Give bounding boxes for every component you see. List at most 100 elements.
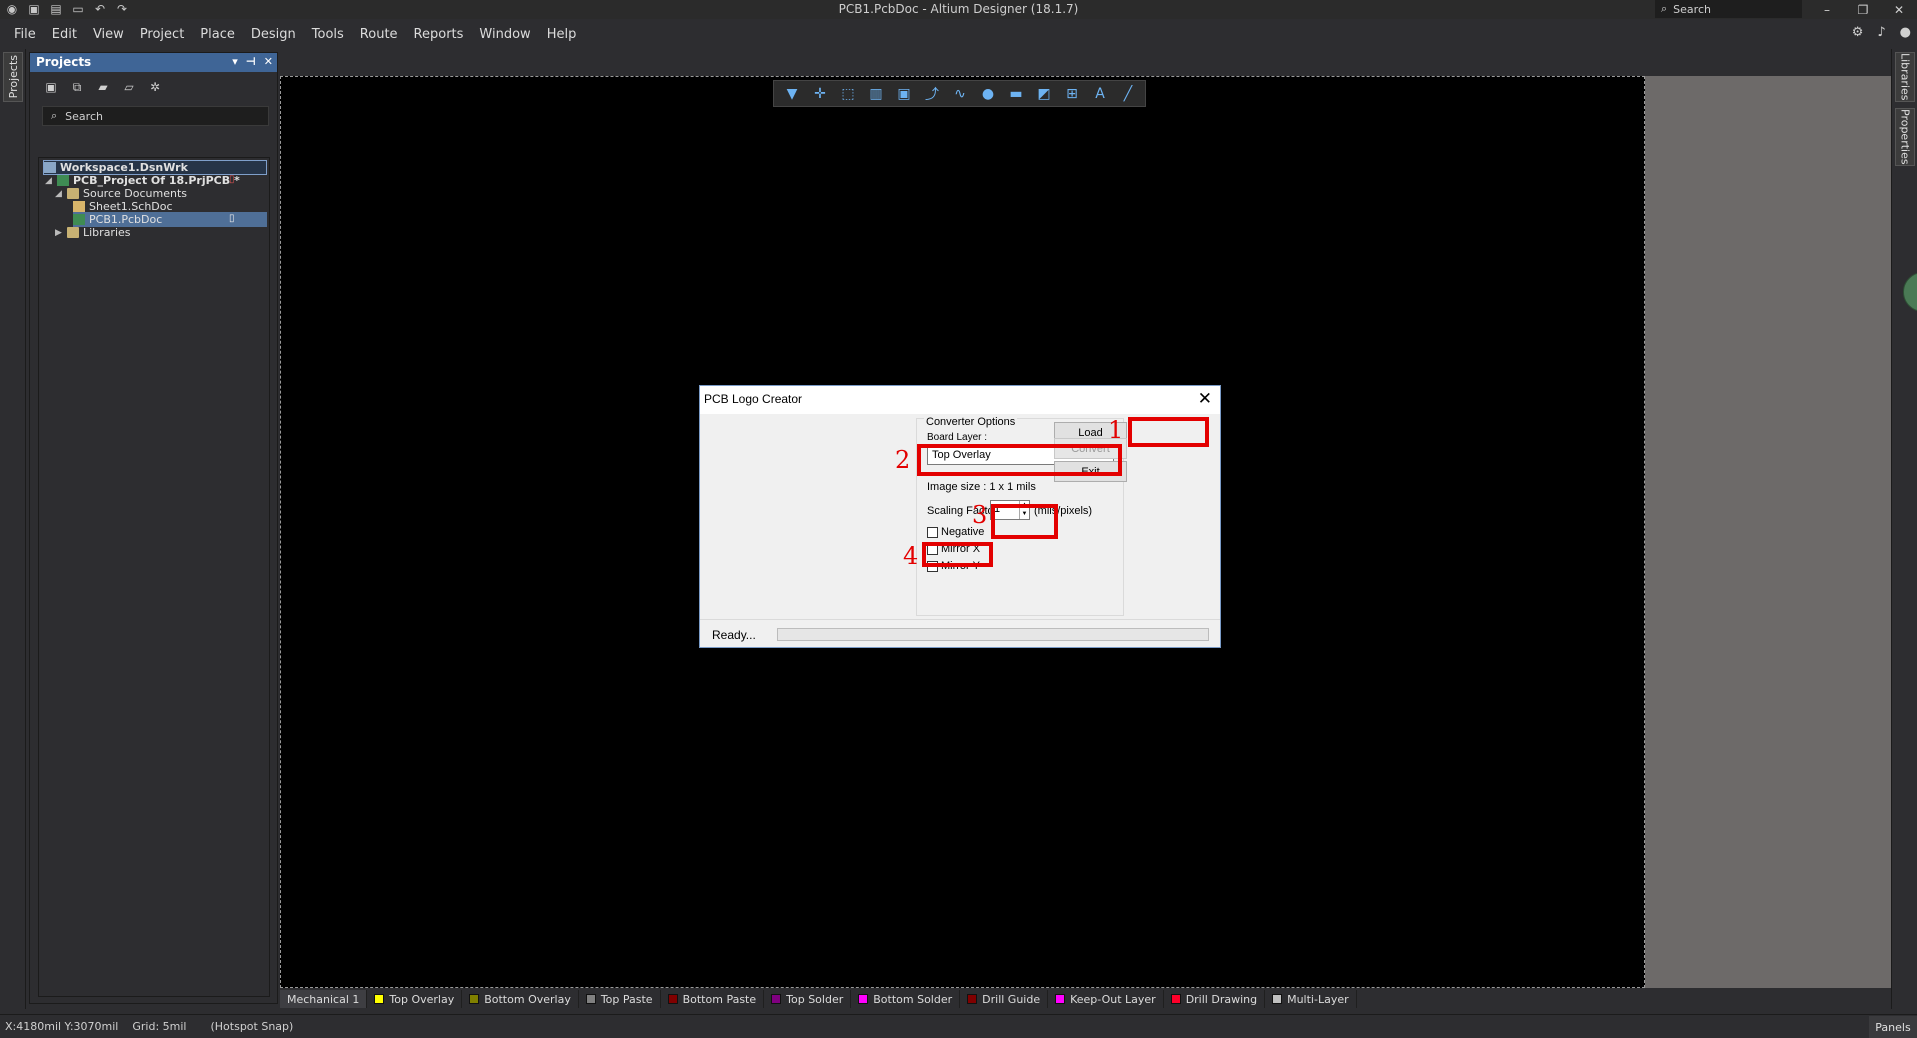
window-controls: – ❐ ✕ (1809, 0, 1917, 19)
projects-panel-header: Projects ▾ ⊣ ✕ (30, 53, 277, 72)
component-icon[interactable]: ▣ (894, 84, 914, 104)
text-icon[interactable]: A (1090, 84, 1110, 104)
folder-icon (67, 188, 79, 199)
open-doc-icon: ▯ (229, 213, 235, 224)
select-icon[interactable]: ⬚ (838, 84, 858, 104)
layer-color-swatch (1272, 994, 1283, 1004)
close-window-button[interactable]: ✕ (1881, 0, 1917, 19)
save-project-icon[interactable]: ▣ (42, 78, 60, 96)
tree-item-libraries[interactable]: ▶ Libraries (55, 225, 267, 240)
move-icon[interactable]: ✛ (810, 84, 830, 104)
pad-icon[interactable]: ● (978, 84, 998, 104)
cursor-coordinates: X:4180mil Y:3070mil (5, 1020, 119, 1033)
layer-tab-keep-out[interactable]: Keep-Out Layer (1048, 990, 1164, 1008)
board-layer-label: Board Layer : (927, 432, 988, 443)
layer-tab-bottom-solder[interactable]: Bottom Solder (851, 990, 961, 1008)
layer-tab-label: Bottom Solder (873, 992, 953, 1006)
layer-tab-bottom-overlay[interactable]: Bottom Overlay (462, 990, 579, 1008)
layer-tab-drill-drawing[interactable]: Drill Drawing (1164, 990, 1266, 1008)
dimension-icon[interactable]: ⊞ (1062, 84, 1082, 104)
layer-tab-multi-layer[interactable]: Multi-Layer (1265, 990, 1357, 1008)
menu-help[interactable]: Help (539, 27, 585, 42)
layer-tab-label: Multi-Layer (1287, 992, 1349, 1006)
right-panel-strip (1891, 49, 1917, 1009)
bell-icon[interactable]: ♪ (1877, 25, 1885, 40)
layer-color-swatch (771, 994, 782, 1004)
layer-color-swatch (374, 994, 385, 1004)
polygon-icon[interactable]: ▬ (1006, 84, 1026, 104)
layer-tab-label: Mechanical 1 (287, 992, 360, 1006)
menu-window[interactable]: Window (471, 27, 538, 42)
route-icon[interactable]: ⤴ (922, 84, 942, 104)
dialog-title-bar: PCB Logo Creator ✕ (700, 386, 1220, 414)
layer-tab-top-solder[interactable]: Top Solder (764, 990, 852, 1008)
menu-edit[interactable]: Edit (44, 27, 85, 42)
settings-icon[interactable]: ✲ (146, 78, 164, 96)
layer-tab-mechanical-1[interactable]: Mechanical 1 (280, 990, 368, 1008)
menu-reports[interactable]: Reports (406, 27, 472, 42)
copy-icon[interactable]: ⧉ (68, 78, 86, 96)
line-icon[interactable]: ╱ (1118, 84, 1138, 104)
libraries-side-tab[interactable]: Libraries (1895, 52, 1915, 102)
project-tree: Workspace1.DsnWrk ◢ PCB_Project Of 18.Pr… (38, 157, 270, 997)
active-bar: ▼ ✛ ⬚ ▥ ▣ ⤴ ∿ ● ▬ ◩ ⊞ A ╱ (773, 80, 1146, 107)
user-icon[interactable]: ● (1900, 25, 1911, 40)
properties-side-tab[interactable]: Properties (1895, 108, 1915, 166)
layer-tab-drill-guide[interactable]: Drill Guide (960, 990, 1049, 1008)
title-search-box[interactable]: ⌕ Search (1655, 0, 1802, 18)
folder-icon[interactable]: ▱ (120, 78, 138, 96)
projects-toolbar: ▣ ⧉ ▰ ▱ ✲ (30, 72, 277, 102)
keepout-icon[interactable]: ◩ (1034, 84, 1054, 104)
title-bar: ◉ ▣ ▤ ▭ ↶ ↷ PCB1.PcbDoc - Altium Designe… (0, 0, 1917, 19)
dialog-status-bar: Ready... (700, 619, 1220, 647)
layer-tab-top-paste[interactable]: Top Paste (579, 990, 661, 1008)
menu-place[interactable]: Place (192, 27, 243, 42)
layer-tab-label: Drill Drawing (1185, 992, 1258, 1006)
modified-doc-icon: ▯ (229, 174, 235, 185)
menu-project[interactable]: Project (132, 27, 192, 42)
dialog-status-text: Ready... (712, 628, 756, 642)
collapse-icon[interactable]: ◢ (55, 189, 63, 199)
filter-icon[interactable]: ▼ (782, 84, 802, 104)
conversion-progress-bar (777, 628, 1209, 641)
dialog-title: PCB Logo Creator (704, 392, 803, 406)
projects-panel-title: Projects (36, 55, 92, 69)
pin-icon[interactable]: ⊣ (246, 55, 256, 68)
gear-icon[interactable]: ⚙ (1852, 25, 1864, 40)
panel-close-icon[interactable]: ✕ (264, 55, 273, 68)
canvas-outside-board[interactable] (1645, 76, 1891, 988)
expand-icon[interactable]: ▶ (55, 228, 63, 238)
projects-search-input[interactable]: ⌕ Search (42, 106, 269, 126)
menu-view[interactable]: View (85, 27, 132, 42)
menu-tools[interactable]: Tools (304, 27, 352, 42)
tree-item-libraries-label: Libraries (83, 226, 131, 239)
align-icon[interactable]: ▥ (866, 84, 886, 104)
restore-button[interactable]: ❐ (1845, 0, 1881, 19)
callout-number-2: 2 (895, 446, 911, 474)
menu-file[interactable]: File (6, 27, 44, 42)
canvas-top-area (280, 49, 1891, 76)
callout-number-1: 1 (1108, 416, 1124, 444)
dialog-close-icon[interactable]: ✕ (1198, 389, 1212, 409)
properties-side-tab-label: Properties (1898, 109, 1912, 165)
layer-color-swatch (1170, 994, 1181, 1004)
menu-design[interactable]: Design (243, 27, 304, 42)
panels-button[interactable]: Panels (1869, 1016, 1917, 1038)
layer-tab-label: Bottom Overlay (484, 992, 571, 1006)
layer-tab-label: Drill Guide (982, 992, 1041, 1006)
menu-route[interactable]: Route (352, 27, 406, 42)
diff-pair-icon[interactable]: ∿ (950, 84, 970, 104)
layer-tab-bottom-paste[interactable]: Bottom Paste (661, 990, 765, 1008)
projects-side-tab[interactable]: Projects (3, 52, 23, 102)
collapse-icon[interactable]: ◢ (45, 176, 53, 186)
minimize-button[interactable]: – (1809, 0, 1845, 19)
image-preview (702, 416, 908, 619)
open-folder-icon[interactable]: ▰ (94, 78, 112, 96)
layer-color-swatch (967, 994, 978, 1004)
checkbox-box[interactable] (927, 526, 938, 538)
panel-menu-icon[interactable]: ▾ (232, 55, 238, 68)
layer-tab-top-overlay[interactable]: Top Overlay (367, 990, 463, 1008)
grid-size: Grid: 5mil (132, 1020, 187, 1033)
layer-tab-label: Top Overlay (389, 992, 455, 1006)
layer-tabs: Mechanical 1 Top Overlay Bottom Overlay … (280, 989, 1891, 1009)
